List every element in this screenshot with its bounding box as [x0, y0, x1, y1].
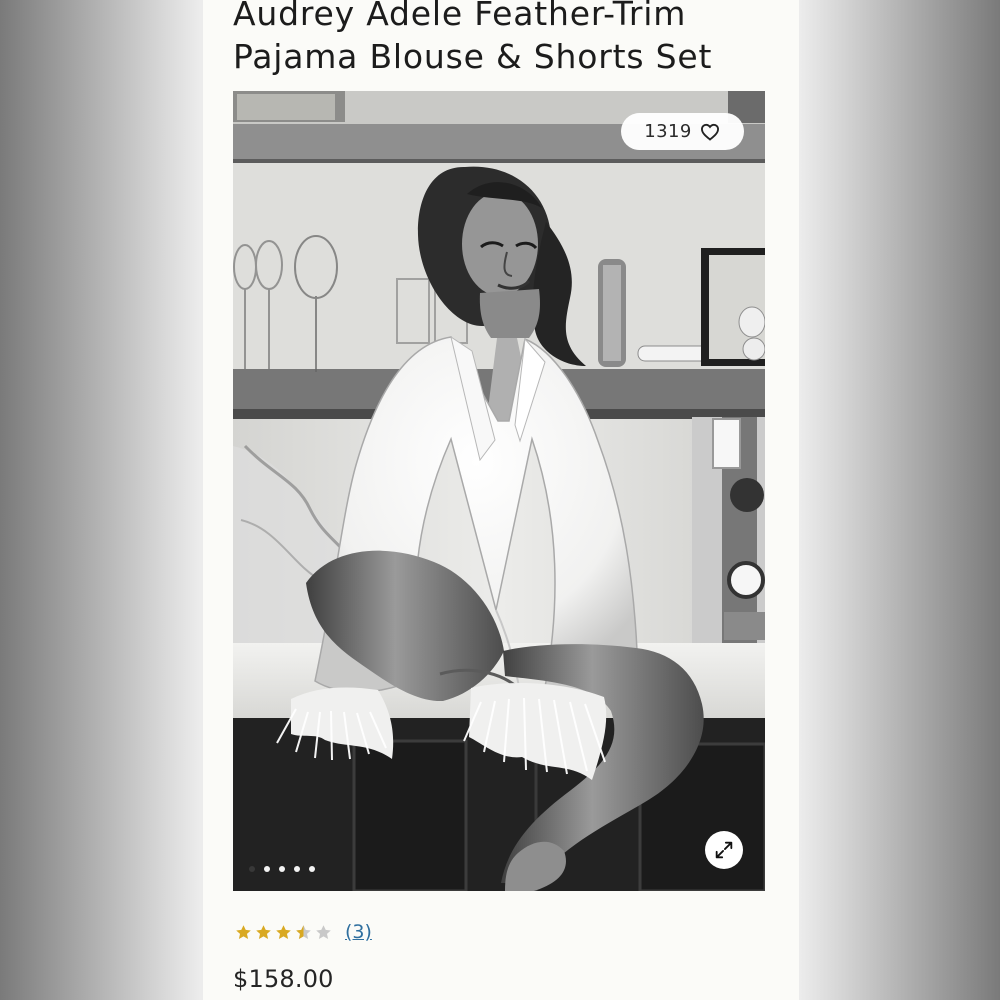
product-page: Audrey Adele Feather-Trim Pajama Blouse …: [203, 0, 799, 1000]
image-dot-4[interactable]: [294, 866, 300, 872]
image-dot-1[interactable]: [249, 866, 255, 872]
like-count: 1319: [644, 121, 692, 142]
rating-row: (3): [234, 920, 372, 944]
expand-image-button[interactable]: [705, 831, 743, 869]
product-image-carousel[interactable]: 1319: [233, 91, 765, 891]
star-rating: [234, 923, 333, 942]
product-photo: [233, 91, 765, 891]
image-dot-2[interactable]: [264, 866, 270, 872]
image-dot-3[interactable]: [279, 866, 285, 872]
star-icon: [276, 924, 291, 939]
product-price: $158.00: [233, 965, 334, 993]
image-dot-5[interactable]: [309, 866, 315, 872]
product-title: Audrey Adele Feather-Trim Pajama Blouse …: [233, 0, 713, 76]
half-star-icon: [296, 924, 311, 939]
like-button[interactable]: 1319: [621, 113, 744, 150]
heart-icon: [700, 123, 719, 141]
review-count-link[interactable]: (3): [345, 920, 372, 944]
star-icon: [236, 924, 251, 939]
star-icon: [256, 924, 271, 939]
star-icon: [316, 924, 331, 939]
image-pagination: [249, 866, 315, 872]
expand-icon: [715, 841, 733, 859]
